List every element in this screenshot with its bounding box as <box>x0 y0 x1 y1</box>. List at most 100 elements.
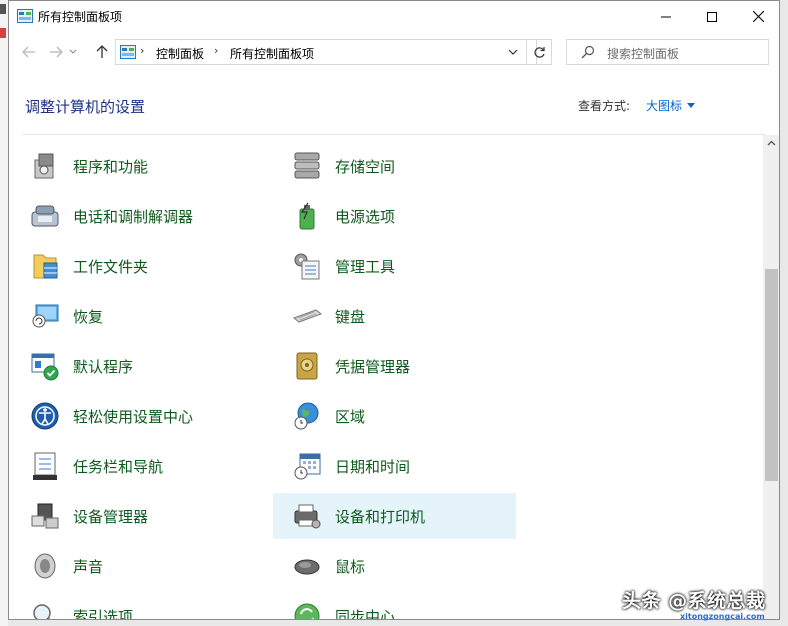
item-device-manager[interactable]: 设备管理器 <box>11 493 254 539</box>
search-icon <box>581 45 595 59</box>
item-label: 默认程序 <box>73 357 134 376</box>
maximize-icon <box>707 11 717 22</box>
scrollbar-thumb[interactable] <box>765 269 778 481</box>
sound-icon <box>29 550 61 582</box>
item-label: 电话和调制解调器 <box>73 207 194 226</box>
breadcrumb-all-items[interactable]: 所有控制面板项 <box>230 45 314 62</box>
dropdown-caret-icon[interactable] <box>687 103 695 108</box>
breadcrumb-separator-icon[interactable]: › <box>214 44 218 57</box>
item-label: 轻松使用设置中心 <box>73 407 194 426</box>
item-label: 任务栏和导航 <box>73 457 164 476</box>
title-bar: 所有控制面板项 <box>9 1 779 32</box>
storage-icon <box>291 150 323 182</box>
vertical-scrollbar[interactable] <box>763 135 779 619</box>
item-label: 设备管理器 <box>73 507 149 526</box>
address-bar[interactable]: › 控制面板 › 所有控制面板项 <box>115 39 537 65</box>
breadcrumb-separator-icon[interactable]: › <box>140 44 144 57</box>
item-label: 凭据管理器 <box>335 357 411 376</box>
item-date-time[interactable]: 日期和时间 <box>273 443 516 489</box>
item-label: 区域 <box>335 407 366 426</box>
item-label: 鼠标 <box>335 557 366 576</box>
item-sync-center[interactable]: 同步中心 <box>273 593 516 619</box>
control-panel-items: 程序和功能 存储空间 电话和调制解调器 电源选项 工作文件夹 管理工具 恢复 键… <box>9 135 763 620</box>
view-by-label: 查看方式: <box>578 99 631 113</box>
item-label: 管理工具 <box>335 257 396 276</box>
item-storage-spaces[interactable]: 存储空间 <box>273 143 516 189</box>
control-panel-location-icon <box>120 45 136 59</box>
window-title: 所有控制面板项 <box>38 10 123 24</box>
item-admin-tools[interactable]: 管理工具 <box>273 243 516 289</box>
minimize-icon <box>661 16 671 17</box>
devices-printers-icon <box>291 500 323 532</box>
indexing-icon <box>29 600 61 619</box>
item-label: 索引选项 <box>73 607 134 620</box>
control-panel-window: 所有控制面板项 › 控制面板 › 所有控制面板项 搜索控制面板 调整计算机的设置… <box>8 0 780 620</box>
item-label: 设备和打印机 <box>335 507 426 526</box>
item-phone-modem[interactable]: 电话和调制解调器 <box>11 193 254 239</box>
item-credential-manager[interactable]: 凭据管理器 <box>273 343 516 389</box>
scroll-up-arrow-icon[interactable] <box>767 140 776 146</box>
item-devices-printers[interactable]: 设备和打印机 <box>273 493 516 539</box>
back-button[interactable] <box>18 41 40 63</box>
page-title: 调整计算机的设置 <box>25 98 146 116</box>
item-label: 日期和时间 <box>335 457 411 476</box>
device-manager-icon <box>29 500 61 532</box>
item-label: 电源选项 <box>335 207 396 226</box>
item-label: 存储空间 <box>335 157 396 176</box>
programs-icon <box>29 150 61 182</box>
phone-modem-icon <box>29 200 61 232</box>
item-work-folders[interactable]: 工作文件夹 <box>11 243 254 289</box>
admin-tools-icon <box>291 250 323 282</box>
credential-manager-icon <box>291 350 323 382</box>
item-sound[interactable]: 声音 <box>11 543 254 589</box>
view-by-dropdown[interactable]: 大图标 <box>646 97 682 114</box>
item-indexing-options[interactable]: 索引选项 <box>11 593 254 620</box>
recovery-icon <box>29 300 61 332</box>
mouse-icon <box>291 550 323 582</box>
chevron-down-icon[interactable] <box>506 44 520 60</box>
maximize-button[interactable] <box>689 1 735 32</box>
background-window-fragment <box>0 28 6 38</box>
item-taskbar-navigation[interactable]: 任务栏和导航 <box>11 443 254 489</box>
close-button[interactable] <box>735 1 779 32</box>
sync-center-icon <box>291 600 323 619</box>
item-programs-features[interactable]: 程序和功能 <box>11 143 254 189</box>
taskbar-icon <box>29 450 61 482</box>
item-recovery[interactable]: 恢复 <box>11 293 254 339</box>
item-label: 声音 <box>73 557 104 576</box>
minimize-button[interactable] <box>643 1 689 32</box>
region-icon <box>291 400 323 432</box>
search-placeholder: 搜索控制面板 <box>607 47 680 61</box>
keyboard-icon <box>291 300 323 332</box>
refresh-button[interactable] <box>526 39 552 65</box>
back-arrow-icon <box>22 46 35 58</box>
date-time-icon <box>291 450 323 482</box>
forward-arrow-icon <box>50 46 63 58</box>
up-button[interactable] <box>91 41 113 63</box>
recent-locations-button[interactable] <box>67 41 79 63</box>
item-label: 恢复 <box>73 307 104 326</box>
item-label: 键盘 <box>335 307 366 326</box>
power-icon <box>291 200 323 232</box>
watermark-url: xitongzongcai.com <box>680 612 765 621</box>
forward-button[interactable] <box>45 41 67 63</box>
item-ease-of-access[interactable]: 轻松使用设置中心 <box>11 393 254 439</box>
background-window-edge <box>0 0 8 626</box>
refresh-icon <box>533 46 545 58</box>
item-label: 工作文件夹 <box>73 257 149 276</box>
item-region[interactable]: 区域 <box>273 393 516 439</box>
item-keyboard[interactable]: 键盘 <box>273 293 516 339</box>
watermark-text: 头条 @系统总裁 <box>622 590 766 612</box>
close-icon <box>752 11 764 22</box>
work-folders-icon <box>29 250 61 282</box>
control-panel-app-icon <box>17 9 33 23</box>
item-power-options[interactable]: 电源选项 <box>273 193 516 239</box>
chevron-down-icon <box>69 49 77 54</box>
item-label: 程序和功能 <box>73 157 149 176</box>
item-mouse[interactable]: 鼠标 <box>273 543 516 589</box>
ease-of-access-icon <box>29 400 61 432</box>
search-box[interactable]: 搜索控制面板 <box>566 39 769 65</box>
default-programs-icon <box>29 350 61 382</box>
item-default-programs[interactable]: 默认程序 <box>11 343 254 389</box>
breadcrumb-control-panel[interactable]: 控制面板 <box>156 45 204 62</box>
